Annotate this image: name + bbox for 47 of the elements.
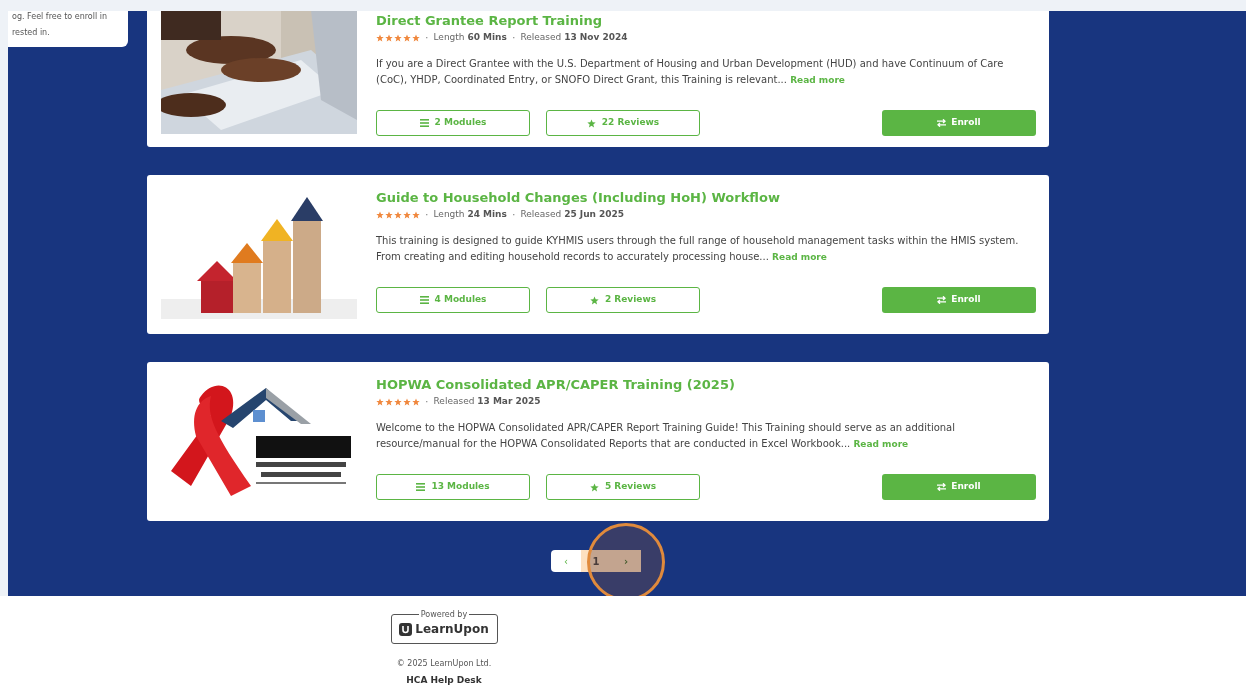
- previous-page-button[interactable]: ‹: [551, 550, 581, 572]
- enroll-button[interactable]: Enroll: [882, 287, 1036, 313]
- reviews-button[interactable]: 22 Reviews: [546, 110, 700, 136]
- course-title[interactable]: HOPWA Consolidated APR/CAPER Training (2025): [376, 376, 735, 394]
- course-description: This training is designed to guide KYHMIS users through the full range of household management tasks within the HMIS system. From creating and editing household records to accurately processing house... Read more: [376, 234, 1020, 264]
- reviews-button[interactable]: 2 Reviews: [546, 287, 700, 313]
- list-icon: [419, 119, 429, 127]
- logo-icon: [399, 622, 413, 636]
- help-desk-link[interactable]: HCA Help Desk: [406, 674, 482, 688]
- separator-dot: ·: [511, 33, 516, 43]
- separator-dot: ·: [425, 397, 429, 407]
- modules-button[interactable]: 13 Modules: [376, 474, 530, 500]
- note-text: og. Feel free to enroll in: [12, 11, 108, 23]
- separator-dot: ·: [425, 210, 429, 220]
- course-description: Welcome to the HOPWA Consolidated APR/CAPER Report Training Guide! This Training should serve as an additional resource/manual for the HOPWA Consolidated Reports that are conducted in Excel Workbook... Read more: [376, 421, 957, 451]
- list-icon: [416, 483, 426, 491]
- meta-text: Released 25 Jun 2025: [520, 208, 625, 222]
- read-more-link[interactable]: Read more: [772, 252, 827, 262]
- meta-text: Released 13 Mar 2025: [433, 395, 541, 409]
- enroll-button[interactable]: Enroll: [882, 474, 1036, 500]
- next-page-button[interactable]: ›: [611, 550, 641, 572]
- modules-button[interactable]: 4 Modules: [376, 287, 530, 313]
- reviews-button[interactable]: 5 Reviews: [546, 474, 700, 500]
- page-button[interactable]: 1: [581, 550, 611, 572]
- meta-text: Length 24 Mins: [433, 208, 507, 222]
- powered-by-text: Powered by: [418, 609, 470, 620]
- separator-dot: ·: [511, 210, 516, 220]
- list-icon: [419, 296, 429, 304]
- swap-icon: [937, 119, 947, 127]
- star-icon: [589, 295, 599, 305]
- course-title[interactable]: Guide to Household Changes (Including HoH) Workflow: [376, 189, 780, 207]
- meta-text: Released 13 Nov 2024: [520, 31, 628, 45]
- copyright-text: © 2025 LearnUpon Ltd.: [396, 658, 492, 670]
- read-more-link[interactable]: Read more: [853, 439, 909, 449]
- separator-dot: ·: [425, 33, 429, 43]
- star-icon: [589, 482, 599, 492]
- meta-text: Length 60 Mins: [433, 31, 507, 45]
- enroll-button[interactable]: Enroll: [882, 110, 1036, 136]
- star-icon: [586, 118, 596, 128]
- swap-icon: [937, 483, 947, 491]
- read-more-link[interactable]: Read more: [790, 75, 845, 85]
- course-title[interactable]: Direct Grantee Report Training: [376, 12, 602, 30]
- swap-icon: [937, 296, 947, 304]
- note-text: rested in.: [12, 27, 51, 39]
- modules-button[interactable]: 2 Modules: [376, 110, 530, 136]
- brand-name: LearnUpon: [415, 621, 489, 638]
- course-description: If you are a Direct Grantee with the U.S. Department of Housing and Urban Development (HUD) and have Continuum of Care (CoC), YHDP, Coordinated Entry, or SNOFO Direct Grant, this Training is relevant... Read more: [376, 57, 1005, 87]
